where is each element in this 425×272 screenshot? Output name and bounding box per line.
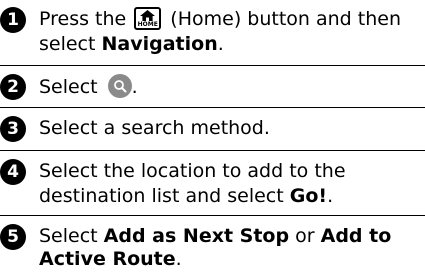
step-text: Select Add as Next Stop or Add to [39, 224, 423, 249]
step-number-badge: 5 [0, 224, 26, 250]
step-text-line2: destination list and select Go!. [39, 184, 423, 209]
step-text-line2: select Navigation. [39, 32, 423, 57]
step-text: Select the location to add to the [39, 160, 346, 182]
home-icon-label: HOME [137, 21, 158, 28]
step-text-part: (Home) button and then [164, 8, 401, 30]
step-text: Select a search method. [39, 117, 270, 139]
home-icon [140, 10, 156, 21]
step-text-bold: Add to [320, 225, 392, 247]
search-button-icon [107, 74, 132, 98]
step-text: Select . [39, 74, 423, 100]
step-text-part: destination list and select [39, 185, 290, 207]
step-number-badge: 3 [0, 116, 26, 142]
step-text-bold: Go! [289, 185, 328, 207]
magnifier-icon [113, 80, 127, 93]
step-number-badge: 4 [0, 159, 26, 185]
step-text-part: or [289, 225, 321, 247]
step-text-part: . [175, 248, 182, 270]
step-text-bold: Add as Next Stop [103, 225, 290, 247]
step-text: Press the HOME (Home) button and then [39, 7, 423, 32]
step-text-part: Select [39, 225, 104, 247]
step-text-line2: Active Route. [39, 247, 423, 272]
divider [0, 65, 425, 66]
step-text-part: Press the [39, 8, 133, 30]
step-text-part: . [131, 76, 138, 98]
step-text-part: . [327, 185, 334, 207]
divider [0, 150, 425, 151]
divider [0, 215, 425, 216]
step-text-bold: Active Route [39, 248, 176, 270]
step-text-part: Select [39, 76, 104, 98]
home-button-icon: HOME [134, 7, 162, 30]
step-number-badge: 1 [0, 7, 26, 33]
step-text-part: . [217, 33, 224, 55]
step-text-part: select [39, 33, 102, 55]
divider [0, 107, 425, 108]
step-text-bold: Navigation [101, 33, 218, 55]
step-number-badge: 2 [0, 74, 26, 100]
